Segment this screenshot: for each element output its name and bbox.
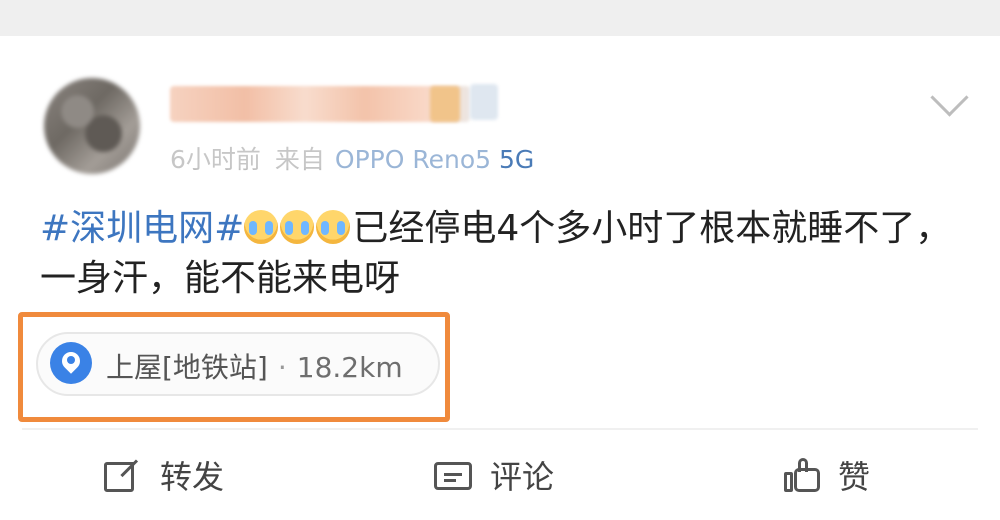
- topic-link[interactable]: #深圳电网#: [40, 208, 244, 249]
- username[interactable]: ●●●●●●●●: [170, 86, 470, 122]
- like-icon-thumb: [798, 458, 808, 472]
- highlight-box: [18, 312, 450, 422]
- divider: [22, 428, 978, 430]
- crying-face-icon: [244, 210, 279, 244]
- like-label: 赞: [838, 458, 871, 496]
- username-badge-secondary: [470, 84, 498, 120]
- avatar[interactable]: [44, 78, 140, 174]
- crying-face-icon: [316, 210, 351, 244]
- meta-blur-overlay: [166, 140, 496, 172]
- like-icon[interactable]: [784, 458, 822, 496]
- like-icon-cuff: [784, 472, 793, 492]
- comment-label: 评论: [490, 458, 555, 496]
- comment-icon[interactable]: [434, 462, 472, 490]
- username-badge: [430, 86, 460, 122]
- crying-face-icon: [280, 210, 315, 244]
- post-body: #深圳电网# 已经停电4个多小时了根本就睡不了，一身汗，能不能来电呀: [40, 204, 960, 304]
- share-label: 转发: [160, 458, 225, 496]
- share-icon[interactable]: [104, 462, 134, 492]
- top-separator-band: [0, 0, 1000, 36]
